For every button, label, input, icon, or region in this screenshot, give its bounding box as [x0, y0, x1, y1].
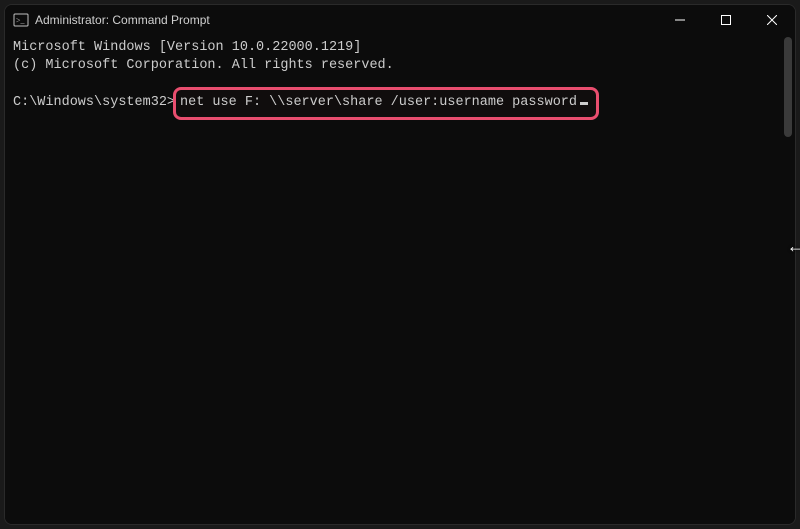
prompt-path: C:\Windows\system32> — [13, 94, 175, 112]
minimize-button[interactable] — [657, 5, 703, 35]
window-controls — [657, 5, 795, 35]
svg-text:>_: >_ — [16, 16, 26, 25]
copyright-line: (c) Microsoft Corporation. All rights re… — [13, 57, 787, 75]
window-title: Administrator: Command Prompt — [35, 13, 210, 27]
terminal-output[interactable]: Microsoft Windows [Version 10.0.22000.12… — [5, 35, 795, 524]
close-button[interactable] — [749, 5, 795, 35]
command-prompt-window: >_ Administrator: Command Prompt Microso… — [4, 4, 796, 525]
titlebar[interactable]: >_ Administrator: Command Prompt — [5, 5, 795, 35]
version-line: Microsoft Windows [Version 10.0.22000.12… — [13, 39, 787, 57]
maximize-button[interactable] — [703, 5, 749, 35]
command-input[interactable]: net use F: \\server\share /user:username… — [180, 94, 577, 112]
scrollbar-thumb[interactable] — [784, 37, 792, 137]
command-highlight: net use F: \\server\share /user:username… — [173, 87, 599, 119]
text-cursor — [580, 102, 588, 105]
prompt-line: C:\Windows\system32> net use F: \\server… — [13, 87, 787, 119]
arrow-left-icon: ← — [790, 238, 800, 258]
scrollbar[interactable] — [783, 37, 793, 517]
cmd-icon: >_ — [13, 12, 29, 28]
